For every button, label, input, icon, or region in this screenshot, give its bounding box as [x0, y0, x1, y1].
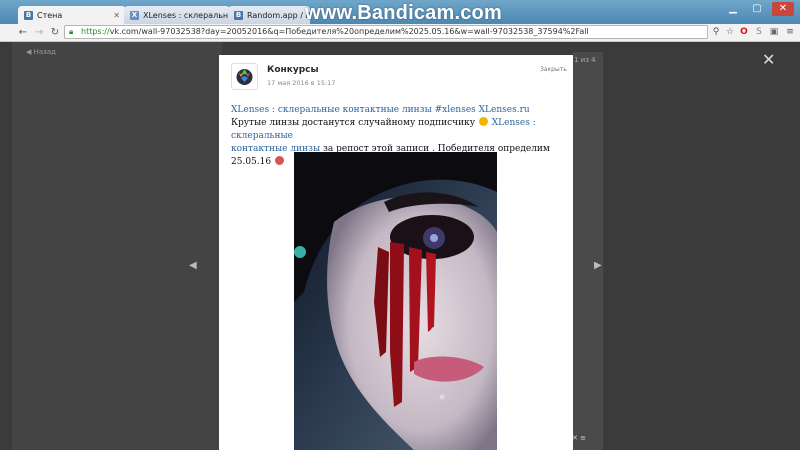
post-link-xlenses[interactable]: XLenses : склеральные контактные линзы #… [231, 105, 530, 115]
post-author[interactable]: Конкурсы [267, 65, 319, 75]
tab-wall[interactable]: В Стена ✕ [18, 6, 126, 24]
devil-icon [274, 156, 284, 165]
reload-icon[interactable]: ↻ [48, 24, 62, 41]
vk-favicon-icon: В [24, 10, 33, 20]
star-icon[interactable]: ☆ [724, 26, 736, 38]
maximize-icon[interactable]: ▢ [746, 2, 768, 16]
location-pin-icon[interactable]: ⚲ [710, 26, 722, 38]
vk-favicon-icon: В [234, 10, 243, 20]
prev-arrow-icon[interactable]: ◀ [189, 260, 197, 271]
post-date[interactable]: 17 мая 2016 в 15:17 [267, 79, 335, 87]
tab-random-app[interactable]: В Random.app / Розыгр [228, 6, 310, 24]
page-corner-icon: ✕ ≡ [572, 434, 586, 442]
post-text-line2: Крутые линзы достанутся случайному подпи… [231, 118, 476, 128]
menu-icon[interactable]: ≡ [784, 26, 796, 38]
community-logo-icon [236, 69, 253, 85]
tab-xlenses[interactable]: X XLenses : склеральные к ✕ [124, 6, 230, 24]
post-photo-image [294, 152, 497, 450]
url-text: vk.com/wall-97032538?day=20052016&q=Побе… [109, 27, 589, 36]
lock-icon: 🔒︎ [69, 27, 74, 36]
next-arrow-icon[interactable]: ▶ [594, 260, 602, 271]
close-window-icon[interactable]: ✕ [772, 2, 794, 16]
address-bar[interactable]: 🔒︎ https://vk.com/wall-97032538?day=2005… [64, 25, 708, 39]
photo-counter: 1 из 4 [574, 56, 596, 64]
forward-arrow-icon[interactable]: → [32, 24, 46, 41]
page-right-column [573, 52, 603, 450]
xlenses-favicon-icon: X [130, 10, 139, 20]
back-arrow-icon[interactable]: ← [16, 24, 30, 41]
post-photo[interactable] [294, 152, 497, 450]
tab-label: XLenses : склеральные к [143, 10, 230, 20]
extension-s-icon[interactable]: S [753, 26, 765, 38]
close-tab-icon[interactable]: ✕ [109, 11, 120, 20]
tab-label: Random.app / Розыгр [247, 10, 310, 20]
tab-label: Стена [37, 10, 63, 20]
url-scheme: https:// [81, 27, 110, 36]
extension-box-icon[interactable]: ▣ [768, 26, 780, 38]
close-viewer-icon[interactable]: ✕ [762, 50, 775, 69]
smiling-heart-eyes-icon [478, 117, 488, 126]
opera-icon[interactable]: O [738, 26, 750, 38]
close-post-link[interactable]: Закрыть [540, 66, 567, 73]
bandicam-watermark: www.Bandicam.com [305, 2, 502, 24]
back-link[interactable]: ◀ Назад [26, 48, 56, 56]
community-avatar[interactable] [231, 63, 258, 90]
page-left-column [12, 42, 222, 450]
minimize-icon[interactable]: ▁ [722, 2, 744, 16]
